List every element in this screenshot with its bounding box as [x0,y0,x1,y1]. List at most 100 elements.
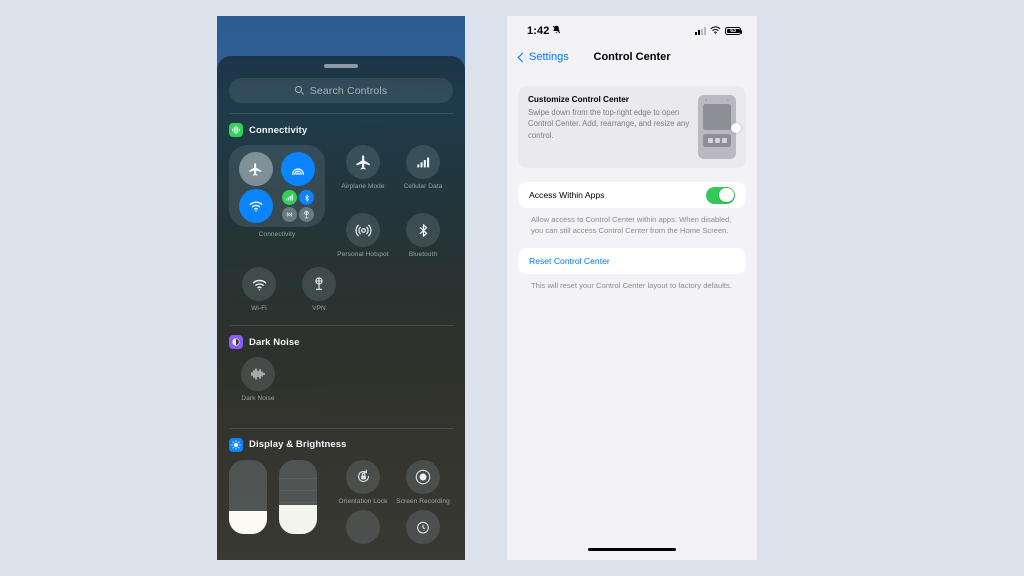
tile-label: Cellular Data [403,183,443,190]
reset-control-center-button[interactable]: Reset Control Center [529,256,610,266]
access-within-apps-card: Access Within Apps [518,182,746,208]
phone-control-center-illustration [698,95,741,159]
access-within-apps-toggle[interactable] [706,186,735,204]
module-quad-controls [282,190,315,222]
tile-label: Orientation Lock [338,497,388,505]
connectivity-badge-icon [229,123,243,137]
tile-bluetooth[interactable]: Bluetooth [393,213,453,259]
tile-label: Dark Noise [241,395,275,403]
row-label: Access Within Apps [529,190,605,200]
illustration-notch [705,99,729,101]
battery-percent: 63 [730,28,736,34]
tile-partial-row-left[interactable] [333,509,393,544]
tile-airplane-mode[interactable]: Airplane Mode [333,145,393,191]
group-header-display-brightness: Display & Brightness [229,437,453,452]
tile-wifi[interactable]: Wi-Fi [229,267,289,313]
hotspot-icon [346,213,380,248]
tile-label: Bluetooth [408,251,438,259]
tile-personal-hotspot[interactable]: Personal Hotspot [333,213,393,259]
card-title: Customize Control Center [528,95,629,104]
group-header-dark-noise: Dark Noise [229,335,453,350]
dark-noise-badge-icon [229,335,243,350]
group-title: Dark Noise [249,336,300,348]
access-within-apps-footnote: Allow access to Control Center within ap… [531,215,732,236]
group-title: Connectivity [249,124,308,136]
brightness-badge-icon [229,437,243,452]
dark-noise-controls-row: Dark Noise [229,357,453,403]
slider-tick [279,489,317,491]
access-within-apps-section: Access Within Apps Allow access to Contr… [518,182,746,237]
screenshot-stage: Search Controls Connectivity Connectivit… [0,0,1024,576]
volume-slider-fill [279,505,317,534]
settings-content: Customize Control Center Swipe down from… [507,72,757,291]
card-description: Swipe down from the top-right edge to op… [528,108,690,140]
module-personal-hotspot-toggle[interactable] [282,207,298,222]
tile-vpn[interactable]: VPN [289,267,349,313]
navigation-bar: Settings Control Center [507,42,757,72]
tile-cellular-data[interactable]: Cellular Data [393,145,453,191]
rotation-lock-icon [346,459,380,494]
control-center-phone: Search Controls Connectivity Connectivit… [217,16,465,560]
wifi-icon [242,267,276,302]
divider [229,325,453,327]
module-airdrop-toggle[interactable] [281,152,316,186]
search-placeholder: Search Controls [309,84,388,97]
status-bar-time-group: 1:42 [527,25,561,37]
illustration-swipe-dot [731,123,741,133]
tile-label: VPN [312,305,326,313]
tile-partial-row-right[interactable] [393,509,453,544]
module-vpn-toggle[interactable] [299,207,315,222]
display-tile-icon [346,509,380,544]
home-indicator[interactable] [588,547,676,551]
slider-tick [279,501,317,503]
module-cellular-data-toggle[interactable] [282,190,298,205]
module-wifi-toggle[interactable] [238,189,273,223]
illustration-panel [703,134,731,147]
divider [229,427,453,429]
control-center-sheet: Search Controls Connectivity Connectivit… [217,56,465,560]
reset-control-center-footnote: This will reset your Control Center layo… [531,280,732,290]
reset-control-center-card: Reset Control Center [518,247,746,274]
volume-slider[interactable] [279,459,317,534]
wifi-icon [710,22,721,40]
tile-label: Screen Recording [396,497,450,505]
chevron-left-icon [517,52,528,62]
tile-dark-noise[interactable]: Dark Noise [228,357,288,403]
access-within-apps-row[interactable]: Access Within Apps [529,182,735,208]
connectivity-module-label: Connectivity [258,231,296,238]
waveform-icon [241,357,275,392]
sheet-grabber-handle[interactable] [324,64,358,68]
status-bar: 1:42 63 [507,16,757,42]
brightness-slider[interactable] [229,459,267,534]
group-title: Display & Brightness [249,439,347,450]
airplane-icon [346,145,380,179]
tile-orientation-lock[interactable]: Orientation Lock [333,459,393,506]
reset-control-center-row[interactable]: Reset Control Center [529,248,735,274]
connectivity-tiles-row-3: Wi-Fi VPN [229,267,453,313]
group-header-connectivity: Connectivity [229,123,453,137]
status-bar-time: 1:42 [527,25,550,37]
cellular-bars-icon [695,27,706,35]
module-airplane-mode-toggle[interactable] [238,152,273,186]
vpn-icon [302,267,336,302]
battery-icon: 63 [725,26,743,36]
tile-label: Personal Hotspot [337,251,389,259]
back-button-settings[interactable]: Settings [517,51,569,63]
tile-label: Airplane Mode [341,183,385,190]
connectivity-module[interactable] [229,145,325,227]
status-bar-indicators: 63 [695,22,743,40]
module-bluetooth-toggle[interactable] [299,190,315,205]
cellular-bars-icon [406,145,440,179]
brightness-slider-fill [229,511,267,534]
tile-screen-recording[interactable]: Screen Recording [393,459,453,506]
search-icon [294,86,305,96]
slider-pair [229,459,317,534]
search-controls-input[interactable]: Search Controls [229,78,453,103]
slider-tick [279,477,317,479]
illustration-screen [703,104,731,130]
reset-control-center-section: Reset Control Center This will reset you… [518,247,746,291]
display-controls-row: Orientation Lock Screen Recording [229,459,453,544]
timer-icon [406,509,440,544]
bluetooth-icon [406,213,440,248]
screen-record-icon [406,459,440,494]
